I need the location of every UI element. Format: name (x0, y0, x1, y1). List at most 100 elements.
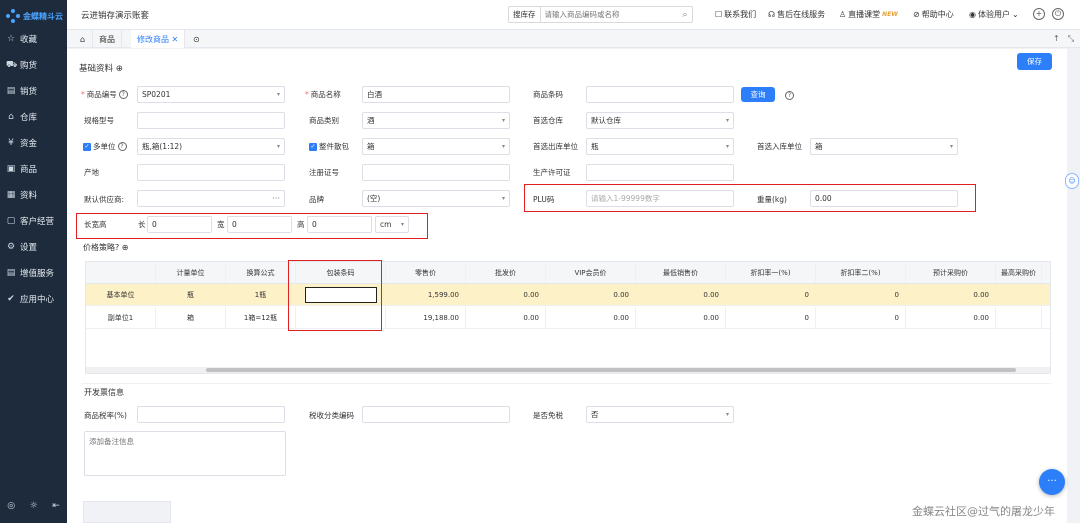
table-cell[interactable]: 0.00 (906, 307, 996, 328)
table-cell[interactable]: 0.00 (906, 284, 996, 305)
stock-search-input[interactable] (540, 7, 678, 22)
table-cell[interactable]: 1,599.00 (386, 284, 466, 305)
memo-textarea[interactable] (84, 431, 286, 476)
search-icon[interactable]: ⌕ (678, 10, 692, 20)
license-input[interactable] (586, 164, 734, 181)
barcode-input[interactable] (586, 86, 734, 103)
home-tab[interactable]: ⌂ (73, 30, 93, 48)
table-cell[interactable]: 0 (726, 307, 816, 328)
out-unit-select[interactable]: 瓶 ▾ (586, 138, 734, 155)
table-cell[interactable]: 0.00 (466, 307, 546, 328)
package-barcode-cell[interactable] (296, 307, 386, 328)
column-header[interactable]: 最高采购价 (996, 262, 1042, 283)
add-icon[interactable]: + (1033, 8, 1045, 20)
column-header[interactable] (86, 262, 156, 283)
table-row[interactable]: 副单位1 箱 1箱=12瓶 19,188.00 0.00 0.00 0.00 0 0 0.00 (86, 307, 1050, 329)
name-input[interactable]: 白酒 (362, 86, 510, 103)
table-cell[interactable]: 0.00 (546, 284, 636, 305)
spec-input[interactable] (137, 112, 285, 129)
column-header[interactable]: 折扣率一(%) (726, 262, 816, 283)
sidebar-item-data[interactable]: ▦ 资料 (0, 182, 67, 208)
tax-free-select[interactable]: 否 ▾ (586, 406, 734, 423)
brightness-icon[interactable]: ☼ (30, 501, 38, 511)
after-sales-link[interactable]: ☊ 售后在线服务 (768, 9, 825, 20)
table-cell[interactable]: 1瓶 (226, 284, 296, 305)
account-title[interactable]: 云进销存演示账套 (81, 9, 149, 21)
table-cell[interactable]: 0.00 (636, 284, 726, 305)
width-input[interactable]: 0 (227, 216, 292, 233)
tax-rate-input[interactable] (137, 406, 285, 423)
column-header[interactable]: VIP会员价 (546, 262, 636, 283)
package-barcode-cell[interactable] (296, 284, 386, 305)
table-cell[interactable]: 0.00 (636, 307, 726, 328)
sidebar-item-settings[interactable]: ⚙ 设置 (0, 234, 67, 260)
column-header[interactable]: 零售价 (386, 262, 466, 283)
reg-input[interactable] (362, 164, 510, 181)
sidebar-item-goods[interactable]: ▣ 商品 (0, 156, 67, 182)
search-scope-select[interactable]: 搜库存 (509, 7, 541, 22)
table-cell[interactable]: 0 (816, 284, 906, 305)
chat-float-button[interactable]: ··· (1039, 469, 1065, 495)
default-warehouse-select[interactable]: 默认仓库 ▾ (586, 112, 734, 129)
table-cell[interactable]: 副单位1 (86, 307, 156, 328)
column-header[interactable]: 换算公式 (226, 262, 296, 283)
theme-icon[interactable]: ◎ (7, 501, 15, 511)
table-cell[interactable]: 19,188.00 (386, 307, 466, 328)
package-barcode-input[interactable] (304, 286, 377, 303)
power-icon[interactable]: ⏻ (1052, 8, 1064, 20)
column-header[interactable]: 批发价 (466, 262, 546, 283)
live-class-link[interactable]: ♙ 直播课堂 NEW (839, 9, 898, 20)
sidebar-item-star[interactable]: ☆ 收藏 (0, 26, 67, 52)
save-button[interactable]: 保存 (1017, 53, 1052, 70)
sidebar-item-value-service[interactable]: ▤ 增值服务 (0, 260, 67, 286)
help-center-link[interactable]: ⊘ 帮助中心 (913, 9, 954, 20)
column-header[interactable]: 计量单位 (156, 262, 226, 283)
sidebar-item-warehouse[interactable]: ⌂ 仓库 (0, 104, 67, 130)
sidebar-item-app-center[interactable]: ✔ 应用中心 (0, 286, 67, 312)
user-menu[interactable]: ◉ 体验用户 ⌄ (969, 9, 1019, 20)
code-select[interactable]: SP0201 ▾ (137, 86, 285, 103)
weight-input[interactable]: 0.00 (810, 190, 958, 207)
app-logo[interactable]: 金蝶精斗云 (6, 6, 63, 26)
table-cell[interactable]: 0 (816, 307, 906, 328)
expand-icon[interactable]: ⤡ (1068, 34, 1074, 44)
table-cell[interactable]: 瓶 (156, 284, 226, 305)
column-header[interactable]: 最低销售价 (636, 262, 726, 283)
column-header[interactable]: 包装条码 (296, 262, 386, 283)
dims-unit-select[interactable]: cm ▾ (375, 216, 409, 233)
whole-pack-label[interactable]: ✓ 整件散包 (309, 141, 349, 152)
sidebar-item-cart[interactable]: ⛟ 购货 (0, 52, 67, 78)
plus-circle-icon[interactable]: ⊕ (122, 243, 129, 252)
sidebar-item-sales[interactable]: ▤ 销货 (0, 78, 67, 104)
plus-circle-icon[interactable]: ⊕ (116, 64, 123, 74)
sidebar-item-customer[interactable]: ▢ 客户经营 (0, 208, 67, 234)
more-tabs-button[interactable]: ⊙ (187, 30, 206, 48)
table-cell[interactable]: 0 (726, 284, 816, 305)
table-cell[interactable]: 0.00 (466, 284, 546, 305)
scroll-thumb[interactable] (206, 368, 1016, 372)
horizontal-scrollbar[interactable] (86, 367, 1050, 373)
multi-unit-select[interactable]: 瓶,箱(1:12) ▾ (137, 138, 285, 155)
close-icon[interactable]: ✕ (172, 35, 179, 44)
table-cell[interactable]: 0.00 (546, 307, 636, 328)
tab-goods[interactable]: 商品 (93, 30, 122, 48)
table-cell[interactable] (996, 284, 1042, 305)
plu-input[interactable]: 请输入1-99999数字 (586, 190, 734, 207)
table-cell[interactable]: 基本单位 (86, 284, 156, 305)
tab-edit-goods[interactable]: 修改商品 ✕ (131, 30, 186, 48)
column-header[interactable]: 预计采购价 (906, 262, 996, 283)
whole-pack-select[interactable]: 箱 ▾ (362, 138, 510, 155)
category-select[interactable]: 酒 ▾ (362, 112, 510, 129)
brand-select[interactable]: (空) ▾ (362, 190, 510, 207)
table-cell[interactable]: 箱 (156, 307, 226, 328)
table-cell[interactable]: 1箱=12瓶 (226, 307, 296, 328)
arrow-up-icon[interactable]: ↑ (1053, 34, 1060, 44)
sidebar-item-money[interactable]: ¥ 资金 (0, 130, 67, 156)
query-button[interactable]: 查询 (741, 87, 775, 102)
column-header[interactable]: 折扣率二(%) (816, 262, 906, 283)
length-input[interactable]: 0 (147, 216, 212, 233)
collapse-icon[interactable]: ⇤ (52, 501, 60, 511)
contact-link[interactable]: ☐ 联系我们 (715, 9, 756, 20)
table-row[interactable]: 基本单位瓶 1瓶 1,599.00 0.00 0.00 0.00 0 0 0.00 (86, 284, 1050, 306)
height-input[interactable]: 0 (307, 216, 372, 233)
